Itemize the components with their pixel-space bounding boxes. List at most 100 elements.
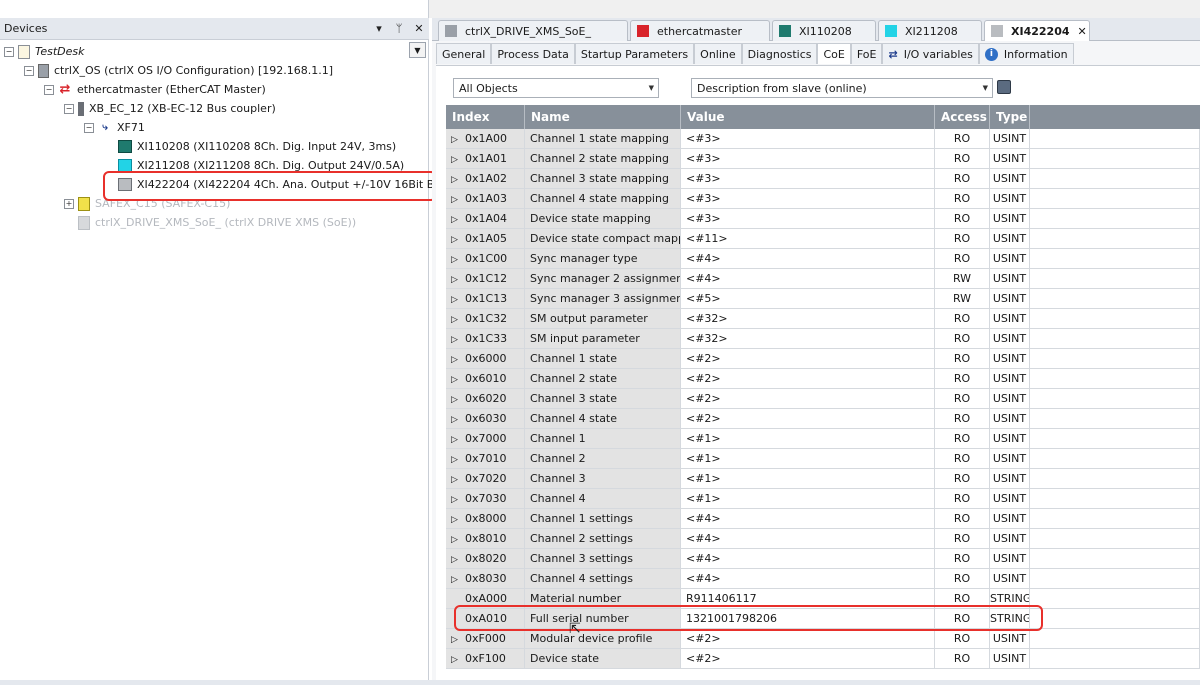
value-cell[interactable]: <#32> <box>681 329 935 349</box>
collapse-icon[interactable]: − <box>64 103 74 114</box>
tab-general[interactable]: General <box>436 43 492 64</box>
value-cell[interactable]: 1321001798206 <box>681 609 935 629</box>
expand-arrow-icon[interactable]: ▷ <box>451 290 461 308</box>
value-cell[interactable]: <#5> <box>681 289 935 309</box>
document-tab[interactable]: XI211208 <box>878 20 982 41</box>
table-row[interactable]: ▷ 0x1A03 Channel 4 state mapping <#3> RO USIN… <box>446 189 1200 209</box>
table-row[interactable]: ▷ 0x1C32 SM output parameter <#32> RO USINT <box>446 309 1200 329</box>
tab-online[interactable]: Online <box>694 43 742 64</box>
value-cell[interactable]: <#1> <box>681 469 935 489</box>
expand-arrow-icon[interactable]: ▷ <box>451 450 461 468</box>
collapse-icon[interactable]: − <box>44 84 54 95</box>
value-cell[interactable]: <#1> <box>681 489 935 509</box>
pin-icon[interactable]: ᛘ <box>389 22 409 35</box>
tree-item[interactable]: XI110208 (XI110208 8Ch. Dig. Input 24V, … <box>104 137 396 156</box>
panel-menu-icon[interactable]: ▾ <box>369 22 389 35</box>
table-row[interactable]: ▷ 0x8010 Channel 2 settings <#4> RO USINT <box>446 529 1200 549</box>
expand-arrow-icon[interactable]: ▷ <box>451 270 461 288</box>
document-tab[interactable]: XI422204 ✕ <box>984 20 1090 41</box>
table-row[interactable]: ▷ 0x1A05 Device state compact mapping<#11>… <box>446 229 1200 249</box>
value-cell[interactable]: <#3> <box>681 149 935 169</box>
table-row[interactable]: ▷ 0x1A04 Device state mapping <#3> RO USINT <box>446 209 1200 229</box>
tab-diagnostics[interactable]: Diagnostics <box>741 43 818 64</box>
description-source-select[interactable]: Description from slave (online) ▼ <box>691 78 993 98</box>
document-tab[interactable]: XI110208 <box>772 20 876 41</box>
expand-arrow-icon[interactable]: ▷ <box>451 650 461 668</box>
table-row[interactable]: ▷ 0x8000 Channel 1 settings <#4> RO USINT <box>446 509 1200 529</box>
expand-arrow-icon[interactable]: ▷ <box>451 310 461 328</box>
expand-arrow-icon[interactable]: ▷ <box>451 150 461 168</box>
table-row[interactable]: ▷ 0x6020 Channel 3 state <#2> RO USINT <box>446 389 1200 409</box>
table-row[interactable]: ▷ 0x6030 Channel 4 state <#2> RO USINT <box>446 409 1200 429</box>
value-cell[interactable]: <#4> <box>681 509 935 529</box>
expand-arrow-icon[interactable]: ▷ <box>451 350 461 368</box>
value-cell[interactable]: <#2> <box>681 649 935 669</box>
value-cell[interactable]: <#3> <box>681 209 935 229</box>
column-header-name[interactable]: Name <box>525 105 681 129</box>
value-cell[interactable]: <#3> <box>681 189 935 209</box>
value-cell[interactable]: <#3> <box>681 169 935 189</box>
expand-arrow-icon[interactable]: ▷ <box>451 390 461 408</box>
value-cell[interactable]: <#2> <box>681 369 935 389</box>
close-icon[interactable]: ✕ <box>409 22 429 35</box>
tab-startup-parameters[interactable]: Startup Parameters <box>574 43 695 64</box>
expand-icon[interactable]: + <box>64 198 74 209</box>
tab-coe[interactable]: CoE <box>817 43 851 64</box>
close-tab-icon[interactable]: ✕ <box>1078 25 1087 38</box>
table-row[interactable]: 0xA010 Full serial number 1321001798206 RO S… <box>446 609 1200 629</box>
table-row[interactable]: ▷ 0x1C12 Sync manager 2 assignment <#4> RW US… <box>446 269 1200 289</box>
expand-arrow-icon[interactable]: ▷ <box>451 330 461 348</box>
value-cell[interactable]: <#4> <box>681 249 935 269</box>
value-cell[interactable]: R911406117 <box>681 589 935 609</box>
value-cell[interactable]: <#32> <box>681 309 935 329</box>
table-row[interactable]: 0xA000 Material number R911406117 RO STRING <box>446 589 1200 609</box>
collapse-icon[interactable]: − <box>84 122 94 133</box>
column-header-index[interactable]: Index <box>446 105 525 129</box>
expand-arrow-icon[interactable]: ▷ <box>451 490 461 508</box>
value-cell[interactable]: <#11> <box>681 229 935 249</box>
expand-arrow-icon[interactable]: ▷ <box>451 410 461 428</box>
value-cell[interactable]: <#1> <box>681 429 935 449</box>
value-cell[interactable]: <#2> <box>681 389 935 409</box>
table-row[interactable]: ▷ 0xF100 Device state <#2> RO USINT <box>446 649 1200 669</box>
tab-foe[interactable]: FoE <box>850 43 883 64</box>
collapse-icon[interactable]: − <box>4 46 14 57</box>
load-description-icon[interactable] <box>997 80 1011 94</box>
tree-dropdown-button[interactable]: ▼ <box>409 42 426 58</box>
table-row[interactable]: ▷ 0x6010 Channel 2 state <#2> RO USINT <box>446 369 1200 389</box>
table-row[interactable]: ▷ 0x1A00 Channel 1 state mapping <#3> RO USIN… <box>446 129 1200 149</box>
value-cell[interactable]: <#2> <box>681 409 935 429</box>
table-row[interactable]: ▷ 0x7000 Channel 1 <#1> RO USINT <box>446 429 1200 449</box>
table-row[interactable]: ▷ 0x8030 Channel 4 settings <#4> RO USINT <box>446 569 1200 589</box>
expand-arrow-icon[interactable]: ▷ <box>451 210 461 228</box>
object-filter-select[interactable]: All Objects ▼ <box>453 78 659 98</box>
tab-information[interactable]: i Information <box>978 43 1074 64</box>
table-row[interactable]: ▷ 0x1A02 Channel 3 state mapping <#3> RO USIN… <box>446 169 1200 189</box>
value-cell[interactable]: <#4> <box>681 529 935 549</box>
tree-item[interactable]: ctrlX_DRIVE_XMS_SoE_ (ctrlX DRIVE XMS (S… <box>64 213 356 232</box>
tree-item[interactable]: − ctrlX_OS (ctrlX OS I/O Configuration) [… <box>24 61 333 80</box>
expand-arrow-icon[interactable]: ▷ <box>451 130 461 148</box>
tree-item[interactable]: − TestDesk <box>4 42 85 61</box>
table-row[interactable]: ▷ 0x1A01 Channel 2 state mapping <#3> RO USIN… <box>446 149 1200 169</box>
expand-arrow-icon[interactable]: ▷ <box>451 170 461 188</box>
value-cell[interactable]: <#2> <box>681 629 935 649</box>
table-row[interactable]: ▷ 0x7030 Channel 4 <#1> RO USINT <box>446 489 1200 509</box>
document-tab[interactable]: ctrlX_DRIVE_XMS_SoE_ <box>438 20 628 41</box>
expand-arrow-icon[interactable]: ▷ <box>451 230 461 248</box>
tree-item[interactable]: − ⤷ XF71 <box>84 118 145 137</box>
expand-arrow-icon[interactable]: ▷ <box>451 510 461 528</box>
expand-arrow-icon[interactable]: ▷ <box>451 570 461 588</box>
value-cell[interactable]: <#4> <box>681 549 935 569</box>
column-header-value[interactable]: Value <box>681 105 935 129</box>
expand-arrow-icon[interactable]: ▷ <box>451 250 461 268</box>
expand-arrow-icon[interactable]: ▷ <box>451 370 461 388</box>
table-row[interactable]: ▷ 0x1C00 Sync manager type <#4> RO USINT <box>446 249 1200 269</box>
value-cell[interactable]: <#4> <box>681 269 935 289</box>
collapse-icon[interactable]: − <box>24 65 34 76</box>
value-cell[interactable]: <#1> <box>681 449 935 469</box>
table-row[interactable]: ▷ 0x1C33 SM input parameter <#32> RO USINT <box>446 329 1200 349</box>
tree-item[interactable]: − ⇄ ethercatmaster (EtherCAT Master) <box>44 80 266 99</box>
table-row[interactable]: ▷ 0x7010 Channel 2 <#1> RO USINT <box>446 449 1200 469</box>
expand-arrow-icon[interactable]: ▷ <box>451 630 461 648</box>
